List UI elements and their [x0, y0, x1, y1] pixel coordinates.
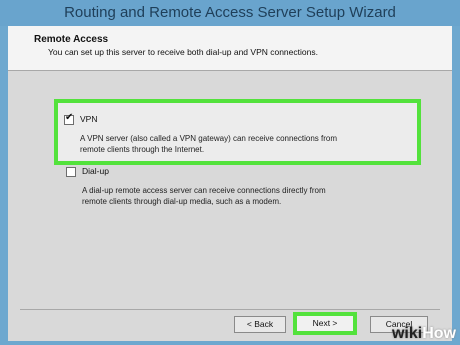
watermark-how: How: [422, 325, 456, 342]
vpn-option-highlight: ✔ VPN A VPN server (also called a VPN ga…: [54, 99, 421, 165]
footer-separator: [20, 309, 440, 310]
page-subtitle: You can set up this server to receive bo…: [48, 47, 318, 57]
vpn-checkbox[interactable]: ✔: [64, 112, 74, 125]
next-button[interactable]: Next >: [293, 312, 357, 335]
vpn-description-line-2: remote clients through the Internet.: [80, 145, 205, 154]
window-title: Routing and Remote Access Server Setup W…: [0, 0, 460, 26]
back-button[interactable]: < Back: [234, 316, 286, 333]
dialup-checkbox[interactable]: [66, 167, 76, 177]
wizard-dialog: Remote Access You can set up this server…: [8, 26, 452, 341]
dialup-description-line-1: A dial-up remote access server can recei…: [82, 186, 326, 195]
page-title: Remote Access: [34, 34, 109, 45]
window-frame: Routing and Remote Access Server Setup W…: [0, 0, 460, 345]
checkmark-icon: ✔: [65, 112, 74, 123]
vpn-description-line-1: A VPN server (also called a VPN gateway)…: [80, 134, 338, 143]
wizard-header: Remote Access You can set up this server…: [8, 26, 452, 71]
dialup-label[interactable]: Dial-up: [82, 166, 109, 176]
dialup-description-line-2: remote clients through dial-up media, su…: [82, 197, 282, 206]
vpn-label[interactable]: VPN: [80, 114, 97, 124]
watermark-wiki: wiki: [391, 325, 423, 342]
wikihow-watermark: wikiHow: [392, 325, 456, 343]
